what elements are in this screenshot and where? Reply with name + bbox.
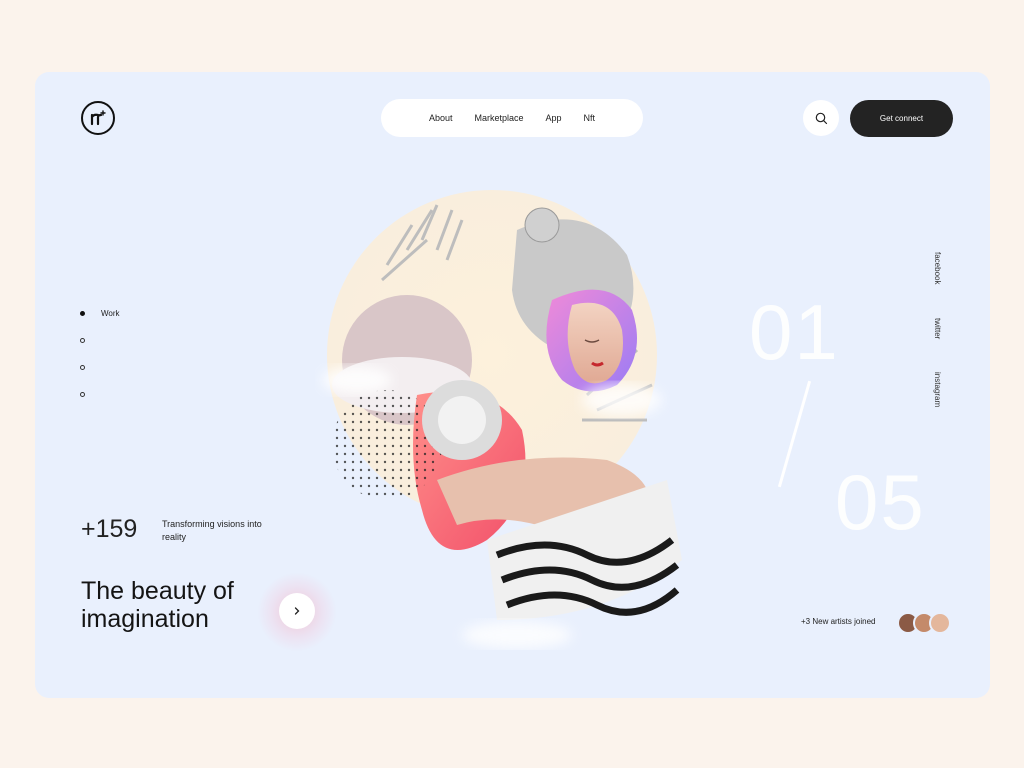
counter-total: 05 (835, 458, 926, 546)
nav-nft[interactable]: Nft (584, 113, 596, 123)
slide-indicator: Work (80, 300, 120, 408)
stat-number: +159 (81, 515, 138, 543)
hero-collage-image (322, 190, 682, 649)
artist-avatars[interactable] (897, 612, 951, 634)
counter-current: 01 (749, 288, 840, 376)
dot-icon (80, 392, 85, 397)
social-instagram[interactable]: instagram (933, 372, 942, 407)
hero-card: About Marketplace App Nft Get connect Wo… (35, 72, 990, 698)
search-button[interactable] (803, 100, 839, 136)
social-facebook[interactable]: facebook (933, 252, 942, 284)
brand-logo[interactable] (81, 101, 115, 135)
next-slide-button[interactable] (279, 593, 315, 629)
nav-app[interactable]: App (546, 113, 562, 123)
avatar (929, 612, 951, 634)
slide-counter: 01 05 (745, 287, 955, 557)
social-twitter[interactable]: twitter (933, 318, 942, 339)
nav-about[interactable]: About (429, 113, 453, 123)
new-artists-text: +3 New artists joined (801, 617, 876, 626)
slide-dot-4[interactable] (80, 381, 120, 408)
stat-description: Transforming visions into reality (162, 519, 262, 542)
dot-icon (80, 365, 85, 370)
slide-label: Work (101, 309, 120, 318)
slide-dot-2[interactable] (80, 327, 120, 354)
nav-marketplace[interactable]: Marketplace (474, 113, 523, 123)
get-connect-button[interactable]: Get connect (850, 100, 953, 137)
dot-active-icon (80, 311, 85, 316)
chevron-right-icon (294, 607, 300, 615)
counter-divider (777, 380, 812, 488)
slide-dot-3[interactable] (80, 354, 120, 381)
main-nav: About Marketplace App Nft (381, 99, 643, 137)
dot-icon (80, 338, 85, 343)
brand-logo-icon (90, 110, 106, 126)
slide-dot-work[interactable]: Work (80, 300, 120, 327)
search-icon (815, 112, 827, 124)
